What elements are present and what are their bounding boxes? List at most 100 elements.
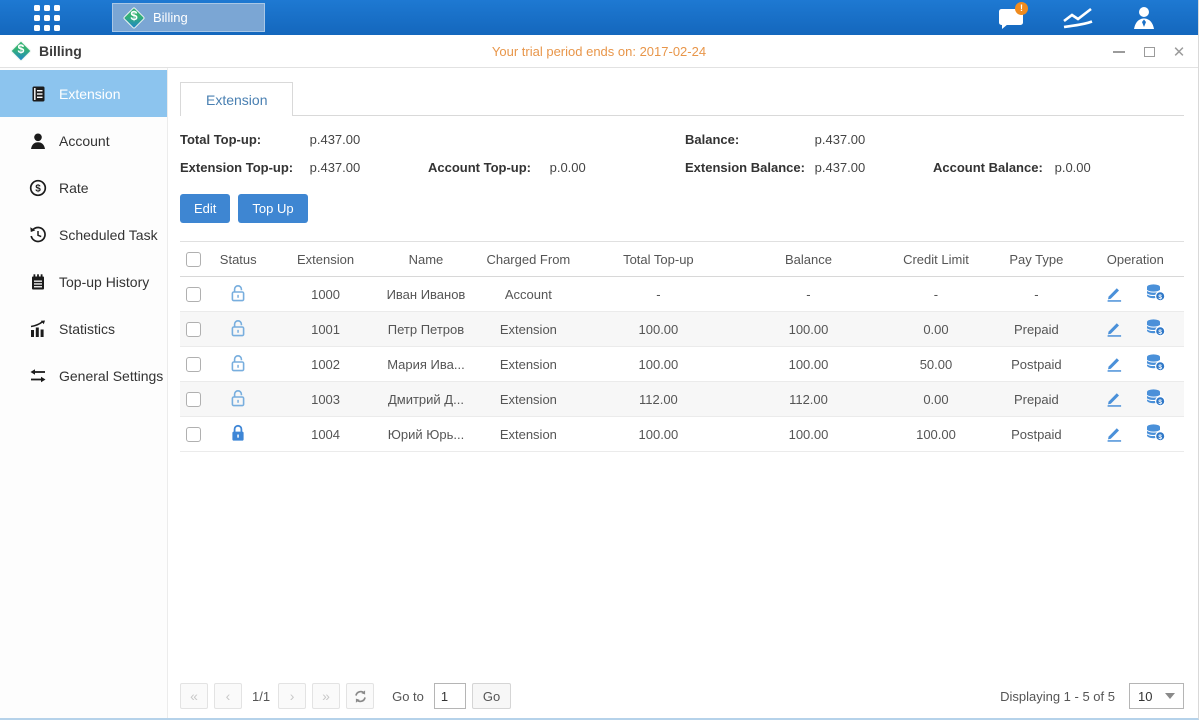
cell-charged-from: Account xyxy=(471,277,585,312)
go-button[interactable]: Go xyxy=(472,683,511,709)
last-page-button[interactable]: » xyxy=(312,683,340,709)
sidebar-label: Extension xyxy=(59,86,120,102)
top-up-row-icon[interactable]: $ xyxy=(1145,423,1166,445)
sidebar-item-general-settings[interactable]: General Settings xyxy=(0,352,167,399)
trial-notice: Your trial period ends on: 2017-02-24 xyxy=(0,44,1198,59)
sidebar-item-account[interactable]: Account xyxy=(0,117,167,164)
column-extension: Extension xyxy=(270,242,380,277)
row-checkbox[interactable] xyxy=(186,427,201,442)
maximize-button[interactable] xyxy=(1142,45,1156,59)
cell-pay-type: Postpaid xyxy=(986,347,1086,382)
sidebar-item-scheduled-task[interactable]: Scheduled Task xyxy=(0,211,167,258)
cell-balance: 100.00 xyxy=(731,417,886,452)
ledger-icon xyxy=(29,85,47,103)
first-page-button[interactable]: « xyxy=(180,683,208,709)
page-indicator: 1/1 xyxy=(252,689,270,704)
window-title-group: $ Billing xyxy=(10,40,82,62)
account-balance-label: Account Balance: xyxy=(933,160,1051,175)
cell-charged-from: Extension xyxy=(471,347,585,382)
close-button[interactable]: ✕ xyxy=(1172,45,1186,59)
svg-text:$: $ xyxy=(1158,329,1162,336)
table-row[interactable]: 1001 Петр Петров Extension 100.00 100.00… xyxy=(180,312,1184,347)
sidebar-label: Top-up History xyxy=(59,274,149,290)
edit-icon[interactable] xyxy=(1105,389,1123,410)
edit-icon[interactable] xyxy=(1105,284,1123,305)
app-grid-icon[interactable] xyxy=(34,5,60,31)
row-checkbox[interactable] xyxy=(186,392,201,407)
edit-icon[interactable] xyxy=(1105,424,1123,445)
prev-page-button[interactable]: ‹ xyxy=(214,683,242,709)
top-up-row-icon[interactable]: $ xyxy=(1145,388,1166,410)
clock-history-icon xyxy=(29,226,47,244)
total-topup-value: p.437.00 xyxy=(310,132,361,147)
goto-label: Go to xyxy=(392,689,424,704)
cell-name: Иван Иванов xyxy=(381,277,471,312)
edit-icon[interactable] xyxy=(1105,354,1123,375)
sidebar-item-extension[interactable]: Extension xyxy=(0,70,167,117)
sidebar-label: Scheduled Task xyxy=(59,227,158,243)
cell-pay-type: Prepaid xyxy=(986,382,1086,417)
table-row[interactable]: 1004 Юрий Юрь... Extension 100.00 100.00… xyxy=(180,417,1184,452)
dollar-coin-icon: $ xyxy=(29,179,47,197)
table-row[interactable]: 1002 Мария Ива... Extension 100.00 100.0… xyxy=(180,347,1184,382)
table-row[interactable]: 1000 Иван Иванов Account - - - - $ xyxy=(180,277,1184,312)
row-checkbox[interactable] xyxy=(186,357,201,372)
minimize-button[interactable] xyxy=(1112,45,1126,59)
top-up-button[interactable]: Top Up xyxy=(238,194,307,223)
extension-table: Status Extension Name Charged From Total… xyxy=(180,241,1184,452)
person-icon xyxy=(29,132,47,150)
cell-extension: 1004 xyxy=(270,417,380,452)
column-pay-type: Pay Type xyxy=(986,242,1086,277)
cell-charged-from: Extension xyxy=(471,417,585,452)
top-up-row-icon[interactable]: $ xyxy=(1145,283,1166,305)
svg-text:$: $ xyxy=(1158,399,1162,406)
refresh-button[interactable] xyxy=(346,683,374,709)
select-all-checkbox[interactable] xyxy=(186,252,201,267)
page-size-select[interactable]: 10 xyxy=(1129,683,1184,709)
resource-monitor-icon[interactable] xyxy=(1060,4,1096,32)
cell-extension: 1000 xyxy=(270,277,380,312)
status-unlocked-icon xyxy=(229,353,247,373)
extension-table-body: 1000 Иван Иванов Account - - - - $ xyxy=(180,277,1184,452)
top-up-row-icon[interactable]: $ xyxy=(1145,353,1166,375)
taskbar-billing-button[interactable]: $ Billing xyxy=(112,3,265,32)
window-title: Billing xyxy=(39,43,82,59)
edit-button[interactable]: Edit xyxy=(180,194,230,223)
cell-total-topup: 100.00 xyxy=(586,347,732,382)
cell-pay-type: Prepaid xyxy=(986,312,1086,347)
balance-value: p.437.00 xyxy=(815,132,866,147)
cell-balance: 100.00 xyxy=(731,347,886,382)
sidebar-label: Rate xyxy=(59,180,89,196)
notifications-icon[interactable]: ! xyxy=(994,4,1030,32)
status-unlocked-icon xyxy=(229,283,247,303)
column-name: Name xyxy=(381,242,471,277)
total-topup-stat: Total Top-up: p.437.00 xyxy=(180,132,428,147)
cell-charged-from: Extension xyxy=(471,312,585,347)
account-balance-value: p.0.00 xyxy=(1055,160,1091,175)
top-up-row-icon[interactable]: $ xyxy=(1145,318,1166,340)
row-checkbox[interactable] xyxy=(186,287,201,302)
sidebar-item-topup-history[interactable]: Top-up History xyxy=(0,258,167,305)
column-status: Status xyxy=(206,242,270,277)
sidebar-item-statistics[interactable]: Statistics xyxy=(0,305,167,352)
account-topup-label: Account Top-up: xyxy=(428,160,546,175)
column-balance: Balance xyxy=(731,242,886,277)
billing-summary: Total Top-up: p.437.00 Balance: p.437.00… xyxy=(180,132,1184,175)
next-page-button[interactable]: › xyxy=(278,683,306,709)
total-topup-label: Total Top-up: xyxy=(180,132,306,147)
table-row[interactable]: 1003 Дмитрий Д... Extension 112.00 112.0… xyxy=(180,382,1184,417)
displaying-text: Displaying 1 - 5 of 5 xyxy=(1000,689,1115,704)
column-charged-from: Charged From xyxy=(471,242,585,277)
tab-strip: Extension xyxy=(180,82,1184,116)
sidebar-item-rate[interactable]: $ Rate xyxy=(0,164,167,211)
notification-badge: ! xyxy=(1015,2,1028,15)
chevron-down-icon xyxy=(1165,693,1175,699)
status-unlocked-icon xyxy=(229,388,247,408)
cell-credit-limit: 0.00 xyxy=(886,382,986,417)
row-checkbox[interactable] xyxy=(186,322,201,337)
goto-page-input[interactable] xyxy=(434,683,466,709)
user-account-icon[interactable] xyxy=(1126,4,1162,32)
tab-extension[interactable]: Extension xyxy=(180,82,293,116)
sidebar-label: Statistics xyxy=(59,321,115,337)
edit-icon[interactable] xyxy=(1105,319,1123,340)
